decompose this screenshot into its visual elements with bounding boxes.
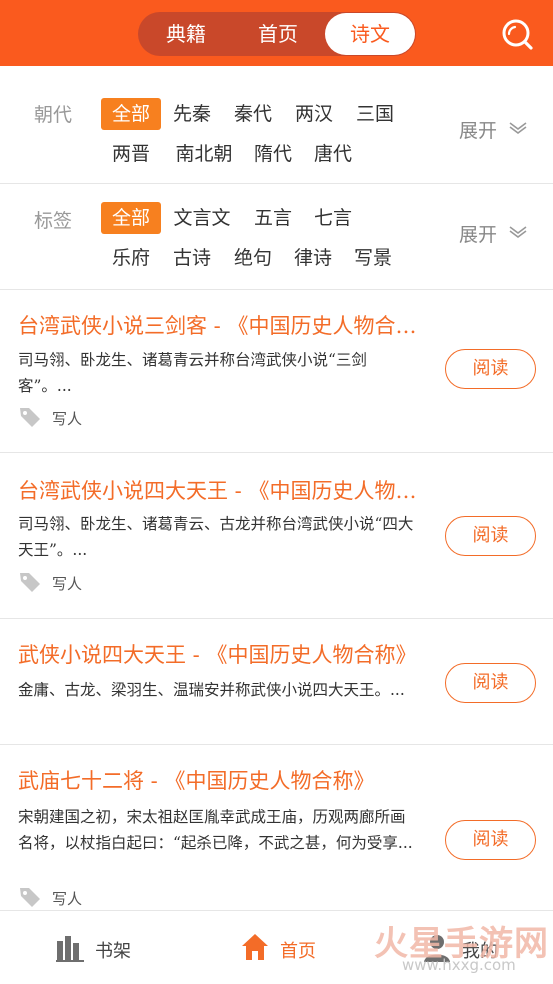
bookshelf-icon [56,936,84,962]
item-description: 司马翎、卧龙生、诸葛青云并称台湾武侠小说“三剑客”。... [18,351,367,395]
list-item[interactable]: 台湾武侠小说四大天王 - 《中国历史人物合称》 司马翎、卧龙生、诸葛青云、古龙并… [0,453,553,619]
dynasty-expand-button[interactable]: 展开 [459,116,527,143]
item-title[interactable]: 武庙七十二将 - 《中国历史人物合称》 [18,765,418,795]
list-item[interactable]: 台湾武侠小说三剑客 - 《中国历史人物合称》 司马翎、卧龙生、诸葛青云并称台湾武… [0,290,553,453]
tag-filter: 标签 全部 文言文 五言 七言 乐府 古诗 绝句 律诗 写景 展开 [0,184,553,290]
item-title[interactable]: 武侠小说四大天王 - 《中国历史人物合称》 [18,639,418,669]
chip-dynasty-han[interactable]: 两汉 [290,98,338,130]
search-icon [502,19,533,50]
expand-label: 展开 [459,224,498,246]
read-button[interactable]: 阅读 [445,516,536,556]
tab-mine[interactable]: 我的 [420,911,520,984]
user-icon [424,935,450,962]
item-tag-label: 写人 [52,410,83,428]
tab-bookshelf[interactable]: 书架 [50,911,150,984]
category-switcher: 典籍 首页 诗文 [138,12,416,56]
chip-tag-scenery[interactable]: 写景 [349,242,397,274]
chip-dynasty-pre-qin[interactable]: 先秦 [168,98,216,130]
chip-tag-five-character[interactable]: 五言 [249,202,297,234]
read-button[interactable]: 阅读 [445,820,536,860]
chip-dynasty-sui[interactable]: 隋代 [249,138,297,170]
chip-dynasty-southern-northern[interactable]: 南北朝 [168,138,240,170]
list-item[interactable]: 武庙七十二将 - 《中国历史人物合称》 宋朝建国之初，宋太祖赵匡胤幸武成王庙，历… [0,745,553,910]
item-tag-label: 写人 [52,575,83,593]
bottom-tab-bar: 书架 首页 我的 [0,910,553,984]
top-bar: 典籍 首页 诗文 [0,0,553,66]
chip-tag-yuefu[interactable]: 乐府 [107,242,155,274]
dynasty-filter: 朝代 全部 先秦 秦代 两汉 三国 两晋 南北朝 隋代 唐代 展开 [0,66,553,184]
chip-tag-all[interactable]: 全部 [101,202,161,234]
chip-dynasty-three-kingdoms[interactable]: 三国 [351,98,399,130]
tag-filter-label: 标签 [34,210,73,232]
read-button[interactable]: 阅读 [445,349,536,389]
tab-classics[interactable]: 典籍 [156,12,216,56]
chip-tag-jueju[interactable]: 绝句 [229,242,277,274]
chip-tag-seven-character[interactable]: 七言 [309,202,357,234]
chip-tag-classical-chinese[interactable]: 文言文 [168,202,236,234]
tag-icon [20,573,40,592]
tag-icon [20,888,40,907]
tab-home[interactable]: 首页 [246,12,310,56]
chip-dynasty-all[interactable]: 全部 [101,98,161,130]
tag-expand-button[interactable]: 展开 [459,220,527,247]
home-icon [242,934,268,960]
tab-label: 书架 [95,941,131,962]
chevron-down-icon [509,226,527,238]
tab-label: 我的 [462,941,498,962]
item-title[interactable]: 台湾武侠小说四大天王 - 《中国历史人物合称》 [18,475,418,505]
tab-home-bottom[interactable]: 首页 [238,911,338,984]
tab-label: 首页 [280,941,316,962]
tag-icon [20,408,40,427]
item-description: 司马翎、卧龙生、诸葛青云、古龙并称台湾武侠小说“四大天王”。... [18,515,414,559]
chip-dynasty-jin[interactable]: 两晋 [107,138,155,170]
chip-tag-lushi[interactable]: 律诗 [289,242,337,274]
list-item[interactable]: 武侠小说四大天王 - 《中国历史人物合称》 金庸、古龙、梁羽生、温瑞安并称武侠小… [0,619,553,745]
item-description: 宋朝建国之初，宋太祖赵匡胤幸武成王庙，历观两廊所画名将，以杖指白起曰：“起杀已降… [18,808,413,852]
chevron-down-icon [509,122,527,134]
search-button[interactable] [500,17,534,51]
read-button[interactable]: 阅读 [445,663,536,703]
item-description: 金庸、古龙、梁羽生、温瑞安并称武侠小说四大天王。... [18,681,405,699]
dynasty-filter-label: 朝代 [34,104,73,126]
expand-label: 展开 [459,120,498,142]
chip-dynasty-tang[interactable]: 唐代 [309,138,357,170]
chip-dynasty-qin[interactable]: 秦代 [229,98,277,130]
chip-tag-ancient-poem[interactable]: 古诗 [168,242,216,274]
item-tag-label: 写人 [52,890,83,908]
item-title[interactable]: 台湾武侠小说三剑客 - 《中国历史人物合称》 [18,310,418,340]
tab-poetry[interactable]: 诗文 [325,13,415,55]
